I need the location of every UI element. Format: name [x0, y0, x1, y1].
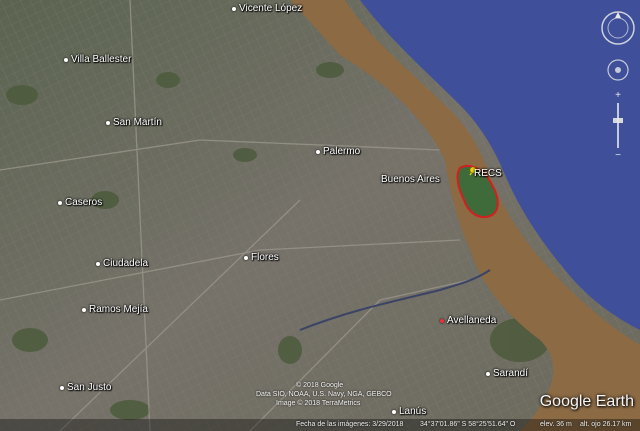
status-bar: Fecha de las imágenes: 3/29/2018 34°37'0… [0, 419, 640, 431]
place-dot-icon [60, 385, 64, 390]
place-caseros[interactable]: Caseros [58, 197, 102, 208]
place-villa-ballester[interactable]: Villa Ballester [64, 54, 131, 65]
google-earth-logo: Google Earth [539, 393, 634, 410]
place-dot-icon [440, 318, 444, 323]
place-sarandi[interactable]: Sarandí [486, 368, 528, 379]
place-palermo[interactable]: Palermo [316, 146, 360, 157]
place-label: RECS [474, 168, 502, 179]
compass-icon[interactable] [601, 11, 635, 45]
place-label: Lanús [399, 406, 427, 417]
place-dot-icon [58, 200, 62, 205]
svg-text:−: − [615, 150, 621, 158]
place-dot-icon [244, 255, 248, 260]
place-dot-icon [232, 6, 236, 11]
place-label: Sarandí [493, 368, 529, 379]
attribution-data: Data SIO, NOAA, U.S. Navy, NGA, GEBCO [256, 391, 392, 398]
place-dot-icon [392, 409, 396, 414]
place-avellaneda[interactable]: Avellaneda [440, 315, 496, 326]
place-dot-icon [486, 371, 490, 376]
place-label: Ciudadela [103, 258, 149, 269]
eye-altitude-readout: alt. ojo 26.17 km [580, 421, 632, 428]
place-label: Palermo [323, 146, 361, 157]
imagery-date: Fecha de las imágenes: 3/29/2018 [296, 421, 404, 428]
place-label: Vicente López [239, 3, 303, 14]
place-label: Villa Ballester [71, 54, 132, 65]
place-recs[interactable]: RECS [474, 168, 502, 179]
place-lanus[interactable]: Lanús [392, 406, 426, 417]
place-dot-icon [64, 57, 68, 62]
place-label: Buenos Aires [381, 174, 440, 185]
place-label: Caseros [65, 197, 103, 208]
place-ramos-mejia[interactable]: Ramos Mejía [82, 304, 148, 315]
elevation-readout: elev. 36 m [540, 421, 572, 428]
place-dot-icon [82, 307, 86, 312]
place-label: Avellaneda [447, 315, 497, 326]
place-dot-icon [96, 261, 100, 266]
place-vicente-lopez[interactable]: Vicente López [232, 3, 302, 14]
place-ciudadela[interactable]: Ciudadela [96, 258, 148, 269]
attribution-image: Image © 2018 TerraMetrics [276, 400, 361, 407]
attribution-copyright: © 2018 Google [296, 382, 344, 389]
place-san-justo[interactable]: San Justo [60, 382, 111, 393]
place-flores[interactable]: Flores [244, 252, 279, 263]
navigation-controls: + − [601, 11, 635, 158]
coordinates-readout: 34°37'01.86" S 58°25'51.64" O [420, 421, 516, 428]
place-buenos-aires[interactable]: Buenos Aires [381, 174, 440, 185]
look-joystick-icon[interactable] [607, 59, 629, 81]
place-dot-icon [106, 120, 110, 125]
svg-text:+: + [615, 90, 621, 101]
place-dot-icon [316, 149, 320, 154]
place-label: San Justo [67, 382, 112, 393]
place-label: Flores [251, 252, 279, 263]
place-label: San Martín [113, 117, 162, 128]
place-san-martin[interactable]: San Martín [106, 117, 162, 128]
place-label: Ramos Mejía [89, 304, 148, 315]
zoom-slider[interactable]: + − [613, 90, 623, 158]
